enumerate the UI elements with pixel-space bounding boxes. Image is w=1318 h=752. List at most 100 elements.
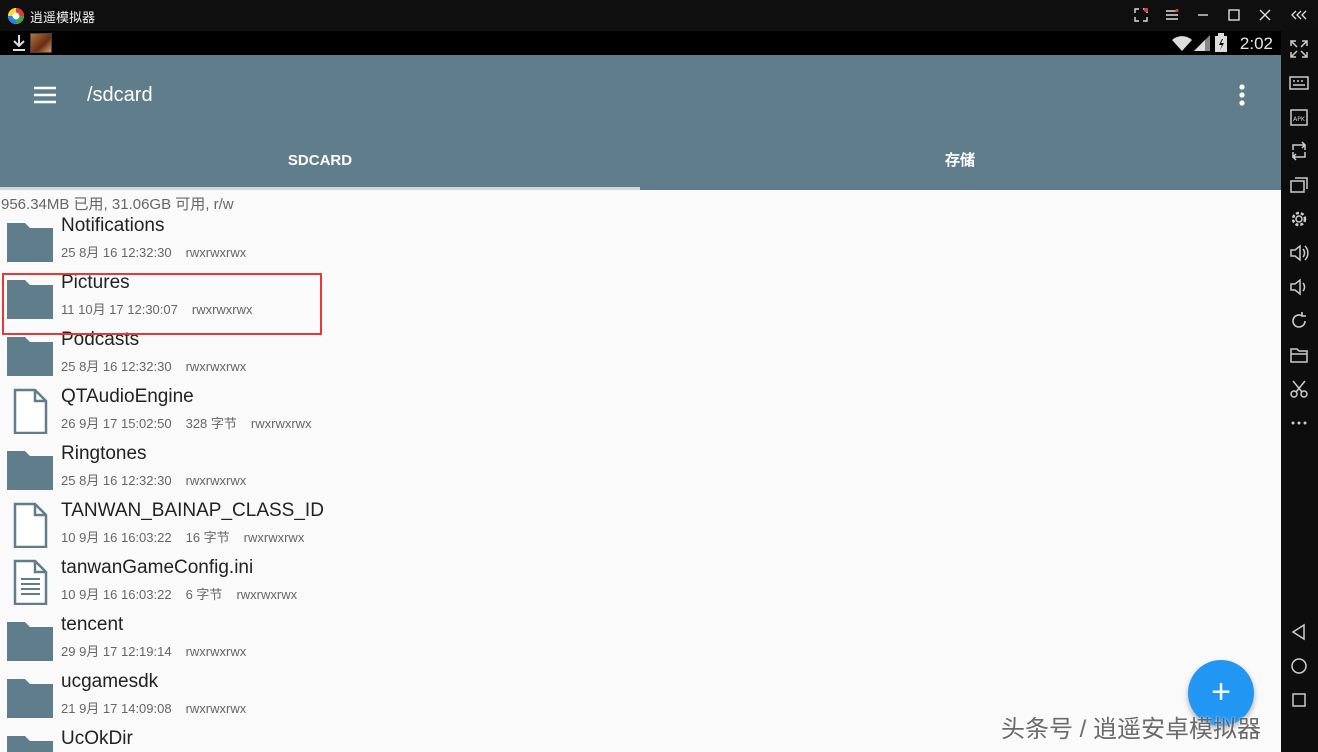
file-date: 25 8月 16 12:32:30 bbox=[61, 473, 172, 488]
battery-icon bbox=[1215, 33, 1227, 52]
more-icon[interactable] bbox=[1289, 413, 1309, 433]
app-bar: /sdcard SDCARD 存储 bbox=[0, 55, 1281, 190]
file-permissions: rwxrwxrwx bbox=[243, 530, 305, 545]
emulator-sidebar: APK bbox=[1281, 31, 1318, 752]
file-row[interactable]: QTAudioEngine 26 9月 17 15:02:50 328 字节 rwxr… bbox=[0, 383, 640, 440]
watermark: 头条号 / 逍遥安卓模拟器 bbox=[1000, 716, 1261, 743]
file-date: 10 9月 16 16:03:22 bbox=[61, 587, 172, 602]
tab-storage[interactable]: 存储 bbox=[640, 140, 1280, 190]
collapse-sidebar-button[interactable] bbox=[1288, 4, 1310, 26]
hamburger-menu-icon[interactable] bbox=[28, 81, 62, 109]
file-icon bbox=[13, 502, 48, 548]
folder-icon bbox=[7, 223, 53, 262]
expand-button[interactable] bbox=[1130, 4, 1152, 26]
keyboard-icon[interactable] bbox=[1289, 73, 1309, 93]
tab-label: 存储 bbox=[944, 152, 975, 169]
close-button[interactable] bbox=[1254, 4, 1276, 26]
file-meta: 21 9月 17 14:09:08 rwxrwxrwx bbox=[61, 698, 260, 717]
window-menu-button[interactable] bbox=[1161, 4, 1183, 26]
current-path: /sdcard bbox=[87, 84, 153, 106]
tab-sdcard[interactable]: SDCARD bbox=[0, 140, 640, 190]
folder-icon bbox=[7, 451, 53, 490]
file-meta: 26 9月 17 15:02:50 328 字节 rwxrwxrwx bbox=[61, 413, 326, 432]
window-title: 逍遥模拟器 bbox=[30, 10, 96, 25]
volume-up-icon[interactable] bbox=[1289, 243, 1309, 263]
close-icon bbox=[1259, 9, 1271, 21]
file-meta: 25 8月 16 12:32:30 rwxrwxrwx bbox=[61, 242, 260, 261]
file-permissions: rwxrwxrwx bbox=[185, 245, 247, 260]
file-meta: 10 9月 16 16:03:22 6 字节 rwxrwxrwx bbox=[61, 584, 311, 603]
app-logo-icon bbox=[8, 8, 24, 24]
file-name: tanwanGameConfig.ini bbox=[61, 557, 254, 578]
collapse-icon bbox=[1291, 10, 1307, 20]
file-size: 328 字节 bbox=[185, 416, 237, 431]
fullscreen-icon[interactable] bbox=[1289, 39, 1309, 59]
file-permissions: rwxrwxrwx bbox=[236, 587, 298, 602]
svg-text:APK: APK bbox=[1293, 116, 1306, 123]
home-icon[interactable] bbox=[1289, 656, 1309, 676]
sync-icon[interactable] bbox=[1289, 141, 1309, 161]
file-date: 21 9月 17 14:09:08 bbox=[61, 701, 172, 716]
file-permissions: rwxrwxrwx bbox=[185, 473, 247, 488]
file-meta: 25 8月 16 12:32:30 rwxrwxrwx bbox=[61, 356, 260, 375]
overflow-menu-icon[interactable] bbox=[1230, 82, 1254, 108]
download-icon bbox=[13, 35, 25, 51]
expand-icon bbox=[1134, 8, 1148, 22]
back-icon[interactable] bbox=[1289, 622, 1309, 642]
signal-icon bbox=[1194, 35, 1210, 51]
file-name: Ringtones bbox=[61, 443, 147, 464]
plus-icon: + bbox=[1211, 673, 1231, 711]
window-titlebar: 逍遥模拟器 bbox=[0, 0, 1318, 31]
settings-icon[interactable] bbox=[1289, 209, 1309, 229]
maximize-button[interactable] bbox=[1223, 4, 1245, 26]
status-clock: 2:02 bbox=[1239, 34, 1273, 53]
maximize-icon bbox=[1228, 9, 1240, 21]
file-name: TANWAN_BAINAP_CLASS_ID bbox=[61, 500, 324, 521]
file-meta: 25 8月 16 12:32:30 rwxrwxrwx bbox=[61, 470, 260, 489]
file-date: 26 9月 17 15:02:50 bbox=[61, 416, 172, 431]
file-row[interactable]: tanwanGameConfig.ini 10 9月 16 16:03:22 6 字… bbox=[0, 554, 640, 611]
file-row[interactable]: Ringtones 25 8月 16 12:32:30 rwxrwxrwx bbox=[0, 440, 640, 497]
rotate-icon[interactable] bbox=[1289, 311, 1309, 331]
file-row[interactable]: UcOkDir bbox=[0, 725, 640, 752]
file-name: QTAudioEngine bbox=[61, 386, 194, 407]
folder-icon[interactable] bbox=[1289, 345, 1309, 365]
scissors-icon[interactable] bbox=[1289, 379, 1309, 399]
recents-icon[interactable] bbox=[1289, 690, 1309, 710]
file-name: UcOkDir bbox=[61, 728, 133, 749]
file-row[interactable]: Notifications 25 8月 16 12:32:30 rwxrwxrwx bbox=[0, 212, 640, 269]
apk-install-icon[interactable]: APK bbox=[1289, 107, 1309, 127]
file-date: 25 8月 16 12:32:30 bbox=[61, 359, 172, 374]
folder-icon bbox=[7, 622, 53, 661]
file-row[interactable]: TANWAN_BAINAP_CLASS_ID 10 9月 16 16:03:22 1… bbox=[0, 497, 640, 554]
file-permissions: rwxrwxrwx bbox=[185, 359, 247, 374]
highlight-box bbox=[2, 273, 322, 335]
game-notification-icon bbox=[30, 33, 52, 53]
volume-down-icon[interactable] bbox=[1289, 277, 1309, 297]
file-icon bbox=[13, 388, 48, 434]
file-size: 16 字节 bbox=[185, 530, 230, 545]
file-list: 956.34MB 已用, 31.06GB 可用, r/w Notificatio… bbox=[0, 190, 1281, 752]
folder-icon bbox=[7, 736, 53, 752]
file-row[interactable]: tencent 29 9月 17 12:19:14 rwxrwxrwx bbox=[0, 611, 640, 668]
file-date: 25 8月 16 12:32:30 bbox=[61, 245, 172, 260]
file-permissions: rwxrwxrwx bbox=[185, 644, 247, 659]
minimize-icon bbox=[1198, 14, 1208, 16]
tab-label: SDCARD bbox=[287, 152, 353, 169]
file-name: tencent bbox=[61, 614, 124, 635]
file-permissions: rwxrwxrwx bbox=[250, 416, 312, 431]
file-date: 29 9月 17 12:19:14 bbox=[61, 644, 172, 659]
file-name: ucgamesdk bbox=[61, 671, 159, 692]
multi-window-icon[interactable] bbox=[1289, 175, 1309, 195]
file-meta: 10 9月 16 16:03:22 16 字节 rwxrwxrwx bbox=[61, 527, 318, 546]
file-meta: 29 9月 17 12:19:14 rwxrwxrwx bbox=[61, 641, 260, 660]
file-name: Notifications bbox=[61, 215, 165, 236]
file-row[interactable]: ucgamesdk 21 9月 17 14:09:08 rwxrwxrwx bbox=[0, 668, 640, 725]
menu-icon bbox=[1166, 9, 1179, 20]
file-date: 10 9月 16 16:03:22 bbox=[61, 530, 172, 545]
minimize-button[interactable] bbox=[1192, 4, 1214, 26]
wifi-icon bbox=[1172, 36, 1192, 51]
file-permissions: rwxrwxrwx bbox=[185, 701, 247, 716]
folder-icon bbox=[7, 679, 53, 718]
text-file-icon bbox=[13, 559, 48, 605]
